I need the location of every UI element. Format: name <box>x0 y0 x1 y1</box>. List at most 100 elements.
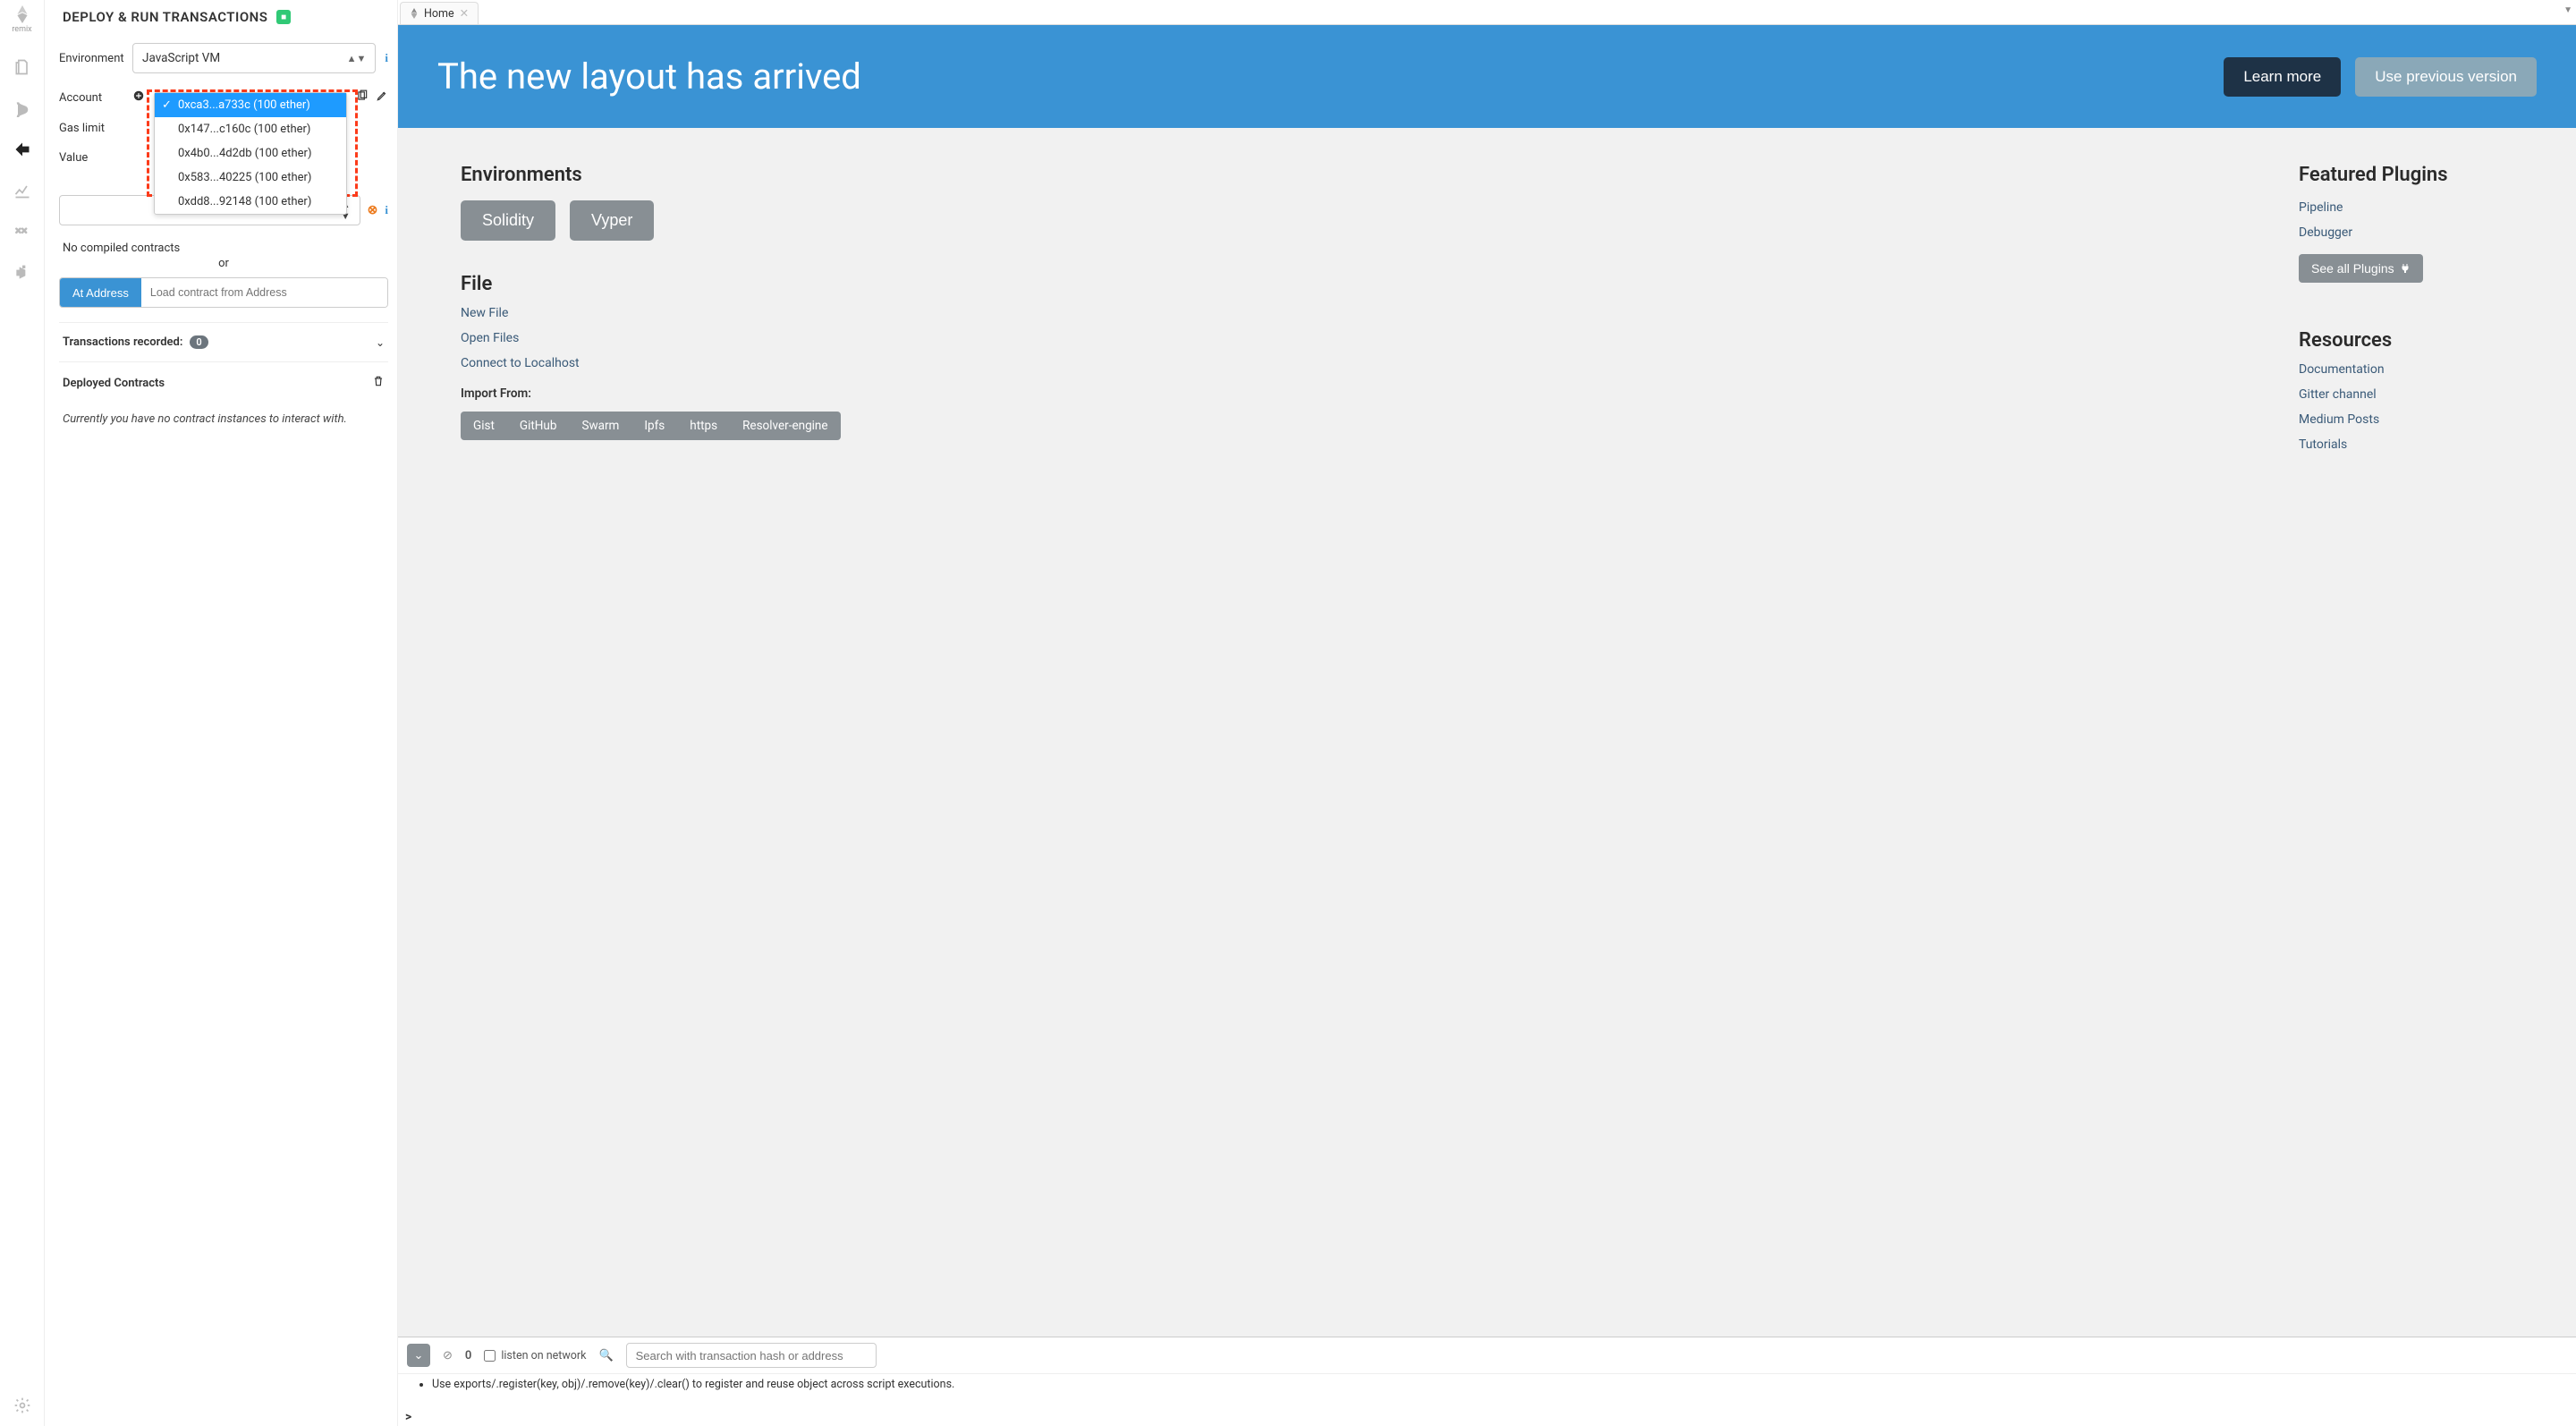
tab-overflow-icon[interactable]: ▼ <box>2563 5 2572 15</box>
pipeline-link[interactable]: Pipeline <box>2299 200 2513 215</box>
tab-label: Home <box>424 7 454 21</box>
copy-address-icon[interactable] <box>356 89 369 106</box>
import-https-button[interactable]: https <box>677 412 730 440</box>
panel-status-badge: ■ <box>276 10 291 24</box>
gitter-link[interactable]: Gitter channel <box>2299 387 2513 402</box>
account-option[interactable]: 0x583...40225 (100 ether) <box>155 166 346 190</box>
account-option[interactable]: 0xdd8...92148 (100 ether) <box>155 190 346 214</box>
debugger-link[interactable]: Debugger <box>2299 225 2513 240</box>
environment-label: Environment <box>59 52 123 65</box>
caret-icon: ▲▼ <box>347 53 367 64</box>
info-icon[interactable]: i <box>385 203 388 217</box>
terminal: ⌄ ⊘ 0 listen on network 🔍 Use exports/.r… <box>398 1337 2576 1426</box>
learn-more-button[interactable]: Learn more <box>2224 57 2341 97</box>
home-left-col: Environments Solidity Vyper File New Fil… <box>461 164 841 440</box>
compiler-icon[interactable] <box>5 91 39 125</box>
environment-row: Environment JavaScript VM ▲▼ i <box>59 43 388 73</box>
home-right-col: Featured Plugins Pipeline Debugger See a… <box>2299 164 2513 452</box>
import-github-button[interactable]: GitHub <box>507 412 570 440</box>
trash-icon[interactable] <box>372 375 385 391</box>
contract-address-input[interactable] <box>141 278 387 307</box>
terminal-line: Use exports/.register(key, obj)/.remove(… <box>432 1378 2558 1391</box>
file-explorer-icon[interactable] <box>5 50 39 84</box>
at-address-button[interactable]: At Address <box>60 278 141 307</box>
home-body: Environments Solidity Vyper File New Fil… <box>398 128 2576 1337</box>
close-tab-icon[interactable]: ✕ <box>460 6 469 21</box>
or-text: or <box>59 257 388 270</box>
resources-heading: Resources <box>2299 329 2513 352</box>
listen-label: listen on network <box>501 1349 586 1362</box>
account-option[interactable]: 0xca3...a733c (100 ether) <box>155 93 346 117</box>
sign-message-icon[interactable] <box>376 89 388 106</box>
icon-sidebar: remix <box>0 0 45 1426</box>
file-heading: File <box>461 273 841 295</box>
tab-bar: Home ✕ ▼ <box>398 0 2576 25</box>
testing-icon[interactable] <box>5 215 39 249</box>
tab-home[interactable]: Home ✕ <box>400 2 479 24</box>
deployed-contracts-row: Deployed Contracts <box>59 361 388 403</box>
new-file-link[interactable]: New File <box>461 306 841 320</box>
search-icon[interactable]: 🔍 <box>598 1349 613 1362</box>
vyper-button[interactable]: Vyper <box>570 200 654 241</box>
at-address-row: At Address <box>59 277 388 308</box>
info-icon[interactable]: i <box>385 51 388 65</box>
terminal-bar: ⌄ ⊘ 0 listen on network 🔍 <box>398 1337 2576 1374</box>
panel-title: DEPLOY & RUN TRANSACTIONS ■ <box>59 9 388 25</box>
main-area: Home ✕ ▼ The new layout has arrived Lear… <box>398 0 2576 1426</box>
previous-version-button[interactable]: Use previous version <box>2355 57 2537 97</box>
no-compiled-text: No compiled contracts <box>63 242 388 255</box>
add-account-icon[interactable] <box>132 89 145 106</box>
import-buttons: Gist GitHub Swarm Ipfs https Resolver-en… <box>461 412 841 440</box>
ban-icon[interactable]: ⊘ <box>443 1349 453 1362</box>
account-label: Account <box>59 91 123 105</box>
gas-limit-label: Gas limit <box>59 122 123 135</box>
environment-select[interactable]: JavaScript VM ▲▼ <box>132 43 376 73</box>
no-instances-msg: Currently you have no contract instances… <box>59 403 388 435</box>
tutorials-link[interactable]: Tutorials <box>2299 437 2513 452</box>
medium-link[interactable]: Medium Posts <box>2299 412 2513 427</box>
deploy-run-icon[interactable] <box>5 132 39 166</box>
tx-count-badge: 0 <box>190 335 208 349</box>
import-gist-button[interactable]: Gist <box>461 412 507 440</box>
layout-banner: The new layout has arrived Learn more Us… <box>398 25 2576 128</box>
account-option[interactable]: 0x4b0...4d2db (100 ether) <box>155 141 346 166</box>
tx-recorded-label: Transactions recorded: <box>63 335 182 349</box>
banner-title: The new layout has arrived <box>437 55 861 98</box>
plug-icon <box>2400 263 2411 274</box>
panel-title-text: DEPLOY & RUN TRANSACTIONS <box>63 9 267 25</box>
open-files-link[interactable]: Open Files <box>461 331 841 345</box>
import-ipfs-button[interactable]: Ipfs <box>631 412 677 440</box>
see-all-label: See all Plugins <box>2311 261 2394 276</box>
account-option[interactable]: 0x147...c160c (100 ether) <box>155 117 346 141</box>
import-swarm-button[interactable]: Swarm <box>569 412 631 440</box>
environments-heading: Environments <box>461 164 841 186</box>
terminal-toggle-icon[interactable]: ⌄ <box>407 1344 430 1367</box>
pending-count: 0 <box>465 1349 471 1362</box>
terminal-search-input[interactable] <box>626 1343 877 1368</box>
transactions-recorded-row[interactable]: Transactions recorded: 0 ⌄ <box>59 322 388 361</box>
ethereum-icon <box>13 5 31 23</box>
plugin-manager-icon[interactable] <box>5 256 39 290</box>
see-all-plugins-button[interactable]: See all Plugins <box>2299 254 2423 283</box>
chevron-down-icon[interactable]: ⌄ <box>376 336 385 349</box>
terminal-prompt[interactable]: > <box>398 1408 2576 1426</box>
account-dropdown[interactable]: 0xca3...a733c (100 ether) 0x147...c160c … <box>154 92 347 215</box>
listen-network-toggle[interactable]: listen on network <box>484 1349 586 1362</box>
environment-value: JavaScript VM <box>142 51 220 65</box>
documentation-link[interactable]: Documentation <box>2299 362 2513 377</box>
remix-logo: remix <box>10 5 35 41</box>
import-resolver-button[interactable]: Resolver-engine <box>730 412 840 440</box>
import-from-label: Import From: <box>461 386 841 401</box>
warning-icon[interactable]: ⊗ <box>368 203 378 217</box>
terminal-body: Use exports/.register(key, obj)/.remove(… <box>398 1374 2576 1408</box>
analysis-icon[interactable] <box>5 174 39 208</box>
logo-text: remix <box>12 25 31 34</box>
deployed-contracts-label: Deployed Contracts <box>63 377 165 390</box>
connect-localhost-link[interactable]: Connect to Localhost <box>461 356 841 370</box>
solidity-button[interactable]: Solidity <box>461 200 555 241</box>
listen-checkbox[interactable] <box>484 1350 496 1362</box>
value-label: Value <box>59 151 123 165</box>
account-row: Account 0xca3...a733c (100 ether) 0x147.… <box>59 89 388 106</box>
settings-icon[interactable] <box>5 1388 39 1422</box>
ethereum-icon <box>410 8 419 19</box>
